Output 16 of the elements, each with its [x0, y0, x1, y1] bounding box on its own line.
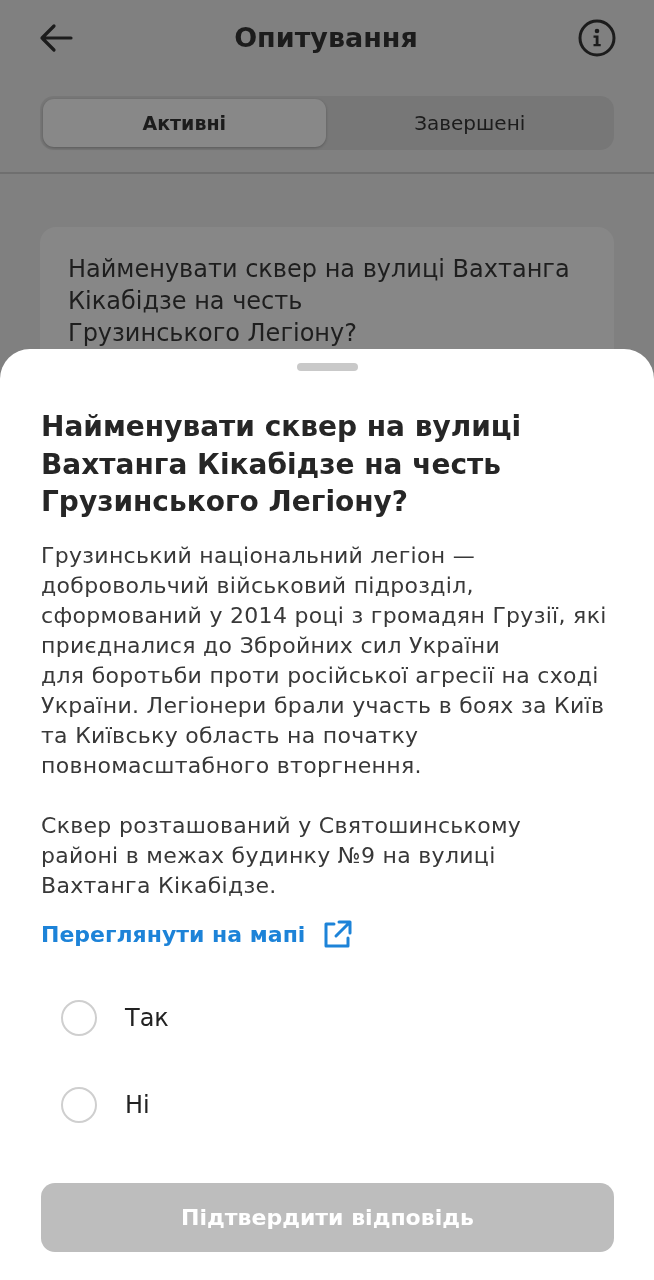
poll-question: Найменувати сквер на вулиці Вахтанга Кікабідзе на честь Грузинського Легіону? — [68, 254, 571, 349]
poll-title: Найменувати сквер на вулиці Вахтанга Кікабідзе на честь Грузинського Легіону? — [41, 409, 523, 520]
segment-tab[interactable]: Завершені — [328, 99, 611, 147]
description-paragraph: Сквер розташований у Святошинському районі в межах будинку №9 на вулиці Вахтанга Кікабідзе. — [41, 811, 523, 900]
view-on-map-link[interactable]: Переглянути на мапі — [41, 918, 354, 951]
description-paragraph: Грузинський національний легіон — добровольчий військовий підрозділ, сформований у 2014 році з громадян Грузії, які приєдналися до Збройних сил України для боротьби проти російської агресії на сході України. Легіонери брали участь в боях за Київ та Київську область на початку повномасштабного вторгнення. — [41, 541, 608, 780]
option-label[interactable]: Так — [125, 1000, 169, 1036]
segment-tab[interactable]: Активні — [43, 99, 326, 147]
screen-title: Опитування — [234, 20, 418, 55]
back-icon[interactable] — [38, 22, 74, 53]
radio-button[interactable] — [61, 1087, 97, 1123]
radio-button[interactable] — [61, 1000, 97, 1036]
info-icon[interactable] — [578, 18, 616, 57]
option-label[interactable]: Ні — [125, 1087, 150, 1123]
poll-card[interactable]: Найменувати сквер на вулиці Вахтанга Кікабідзе на честь Грузинського Легіону? — [40, 227, 614, 350]
drag-handle[interactable] — [297, 363, 358, 371]
